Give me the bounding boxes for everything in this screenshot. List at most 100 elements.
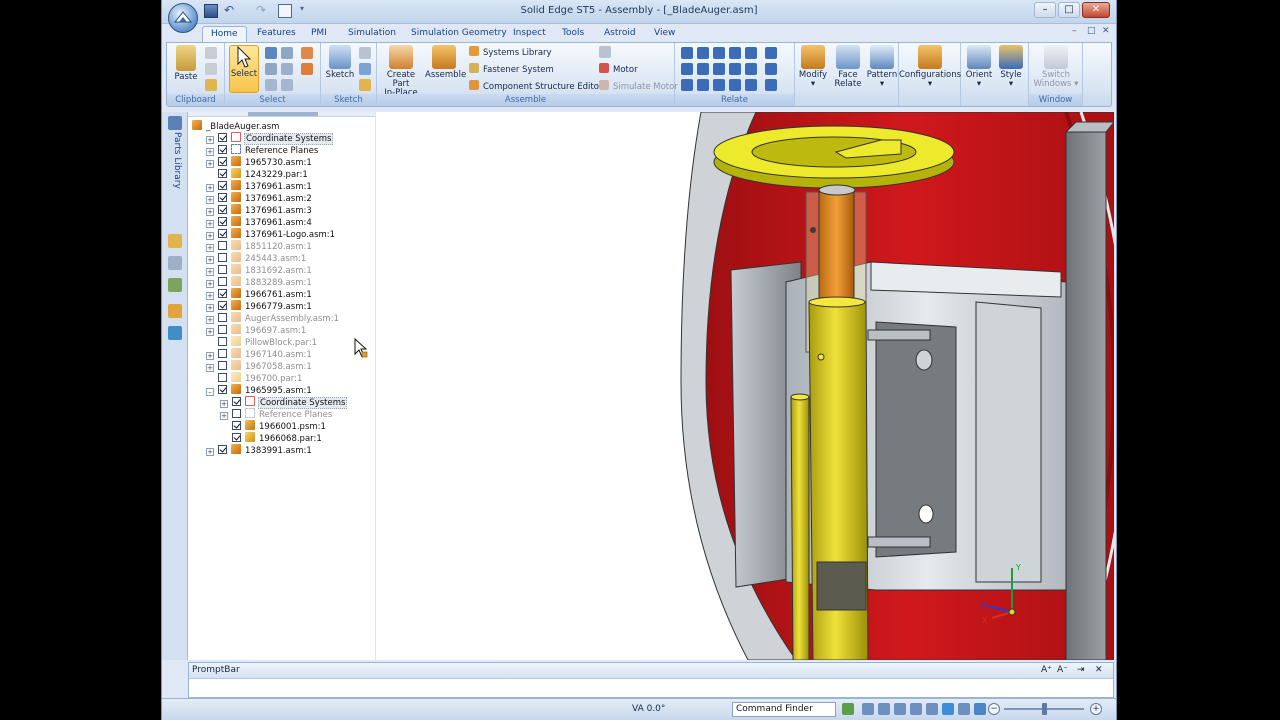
tree-row[interactable]: +1376961.asm:1 — [206, 180, 313, 192]
format-painter-icon[interactable] — [205, 79, 217, 91]
tree-row[interactable]: +1831692.asm:1 — [206, 264, 313, 276]
tree-visibility-checkbox[interactable] — [218, 241, 227, 250]
tree-row[interactable]: PillowBlock.par:1 — [206, 336, 318, 348]
cam-icon[interactable] — [697, 63, 709, 75]
tree-row[interactable]: + AugerAssembly.asm:1 — [206, 312, 340, 324]
style-button[interactable]: Style ▾ — [995, 45, 1027, 89]
angle-icon[interactable] — [765, 47, 777, 59]
tree-visibility-checkbox[interactable] — [218, 373, 227, 382]
tree-row[interactable]: + Reference Planes — [220, 408, 333, 420]
sketch-button[interactable]: Sketch — [325, 45, 355, 80]
tree-expander-icon[interactable]: + — [220, 412, 228, 420]
tree-expander-icon[interactable]: + — [206, 448, 214, 456]
axial-align-icon[interactable] — [713, 47, 725, 59]
tree-expander-icon[interactable]: + — [220, 400, 228, 408]
tree-row[interactable]: +245443.asm:1 — [206, 252, 307, 264]
connect-icon[interactable] — [745, 47, 757, 59]
mdi-restore-button[interactable]: □ — [1087, 26, 1096, 36]
tree-row[interactable]: + Coordinate Systems — [220, 396, 348, 409]
assemble-button[interactable]: Assemble — [425, 45, 466, 80]
create-part-in-place-button[interactable]: Create Part In-Place — [381, 45, 421, 98]
show-icon[interactable] — [301, 63, 313, 75]
fastener-system-button[interactable]: Fastener System — [469, 63, 554, 76]
switch-windows-button[interactable]: Switch Windows ▾ — [1031, 45, 1081, 89]
tree-scrollbar[interactable] — [188, 112, 375, 117]
tree-row[interactable]: 1966001.psm:1 — [220, 420, 327, 432]
tab-home[interactable]: Home — [202, 26, 247, 42]
tree-expander-icon[interactable]: + — [206, 136, 214, 144]
tree-expander-icon[interactable]: + — [206, 208, 214, 216]
tree-row[interactable]: +1883289.asm:1 — [206, 276, 313, 288]
tree-visibility-checkbox[interactable] — [218, 361, 227, 370]
mate-icon[interactable] — [681, 47, 693, 59]
tree-expander-icon[interactable]: + — [206, 160, 214, 168]
pin-icon[interactable]: ⇥ — [1077, 665, 1085, 675]
sensors-tab-icon[interactable] — [168, 278, 182, 292]
tab-features[interactable]: Features — [255, 26, 298, 42]
component-structure-editor-button[interactable]: Component Structure Editor — [469, 80, 602, 93]
tab-pmi[interactable]: PMI — [309, 26, 329, 42]
tree-row[interactable]: + Reference Planes — [206, 144, 319, 156]
rigid-set-icon[interactable] — [697, 79, 709, 91]
tree-expander-icon[interactable]: + — [206, 220, 214, 228]
assembly-tab-icon[interactable] — [168, 234, 182, 248]
tree-visibility-checkbox[interactable] — [218, 205, 227, 214]
tree-expander-icon[interactable]: + — [206, 352, 214, 360]
tree-row[interactable]: +1966761.asm:1 — [206, 288, 313, 300]
select-button[interactable]: Select — [229, 45, 259, 93]
select-filter-icon[interactable] — [281, 47, 293, 59]
tree-expander-icon[interactable]: + — [206, 292, 214, 300]
tree-visibility-checkbox[interactable] — [218, 193, 227, 202]
tree-row[interactable]: +1376961.asm:2 — [206, 192, 313, 204]
gear-relate-icon[interactable] — [729, 63, 741, 75]
tree-visibility-checkbox[interactable] — [218, 277, 227, 286]
tree-row[interactable]: +1376961.asm:3 — [206, 204, 313, 216]
zoom-slider-thumb[interactable] — [1042, 703, 1047, 715]
minimize-button[interactable]: – — [1034, 2, 1056, 18]
tree-expander-icon[interactable]: + — [206, 316, 214, 324]
tab-inspect[interactable]: Inspect — [511, 26, 548, 42]
tree-row[interactable]: 1243229.par:1 — [206, 168, 309, 180]
mdi-close-button[interactable]: ✕ — [1102, 26, 1110, 36]
tree-visibility-checkbox[interactable] — [218, 133, 227, 142]
tree-expander-icon[interactable]: + — [206, 184, 214, 192]
layers-tab-icon[interactable] — [168, 256, 182, 270]
command-finder-input[interactable]: Command Finder — [732, 702, 836, 717]
tree-expander-icon[interactable]: + — [206, 328, 214, 336]
tab-tools[interactable]: Tools — [560, 26, 586, 42]
tree-visibility-checkbox[interactable] — [218, 289, 227, 298]
zoom-area-icon[interactable] — [878, 703, 890, 715]
pathfinder-tab-icon[interactable] — [168, 116, 182, 130]
feature-library-tab-icon[interactable] — [168, 304, 182, 318]
prompt-bar-close-button[interactable]: ✕ — [1095, 665, 1103, 675]
match-coordinate-icon[interactable] — [745, 63, 757, 75]
tab-simulation-geometry[interactable]: Simulation Geometry — [409, 26, 509, 42]
tree-row[interactable]: + Coordinate Systems — [206, 132, 334, 145]
pattern-button[interactable]: Pattern ▾ — [865, 45, 899, 89]
tree-visibility-checkbox[interactable] — [218, 253, 227, 262]
copy-icon[interactable] — [205, 63, 217, 75]
filter-icon[interactable] — [265, 63, 277, 75]
center-plane-icon[interactable] — [765, 63, 777, 75]
refresh-icon[interactable] — [842, 703, 854, 715]
sketch-view-icon[interactable] — [958, 703, 970, 715]
tree-visibility-checkbox[interactable] — [218, 445, 227, 454]
tree-visibility-checkbox[interactable] — [218, 157, 227, 166]
query-icon[interactable] — [281, 79, 293, 91]
tree-row[interactable]: +1383991.asm:1 — [206, 444, 313, 456]
view-style-icon[interactable] — [942, 703, 954, 715]
tree-visibility-checkbox[interactable] — [218, 385, 227, 394]
parallel-icon[interactable] — [713, 63, 725, 75]
font-shrink-button[interactable]: A⁻ — [1057, 665, 1068, 675]
parts-library-tab[interactable]: Parts Library — [168, 132, 182, 189]
hide-icon[interactable] — [281, 63, 293, 75]
tree-expander-icon[interactable]: + — [206, 232, 214, 240]
tab-simulation[interactable]: Simulation — [346, 26, 398, 42]
simulate-motor-button[interactable]: Simulate Motor — [599, 80, 678, 93]
tree-expander-icon[interactable]: + — [206, 304, 214, 312]
tree-visibility-checkbox[interactable] — [232, 397, 241, 406]
font-grow-button[interactable]: A⁺ — [1041, 665, 1052, 675]
configurations-button[interactable]: Configurations ▾ — [899, 45, 961, 89]
tree-visibility-checkbox[interactable] — [218, 325, 227, 334]
tree-row[interactable]: +1966779.asm:1 — [206, 300, 313, 312]
